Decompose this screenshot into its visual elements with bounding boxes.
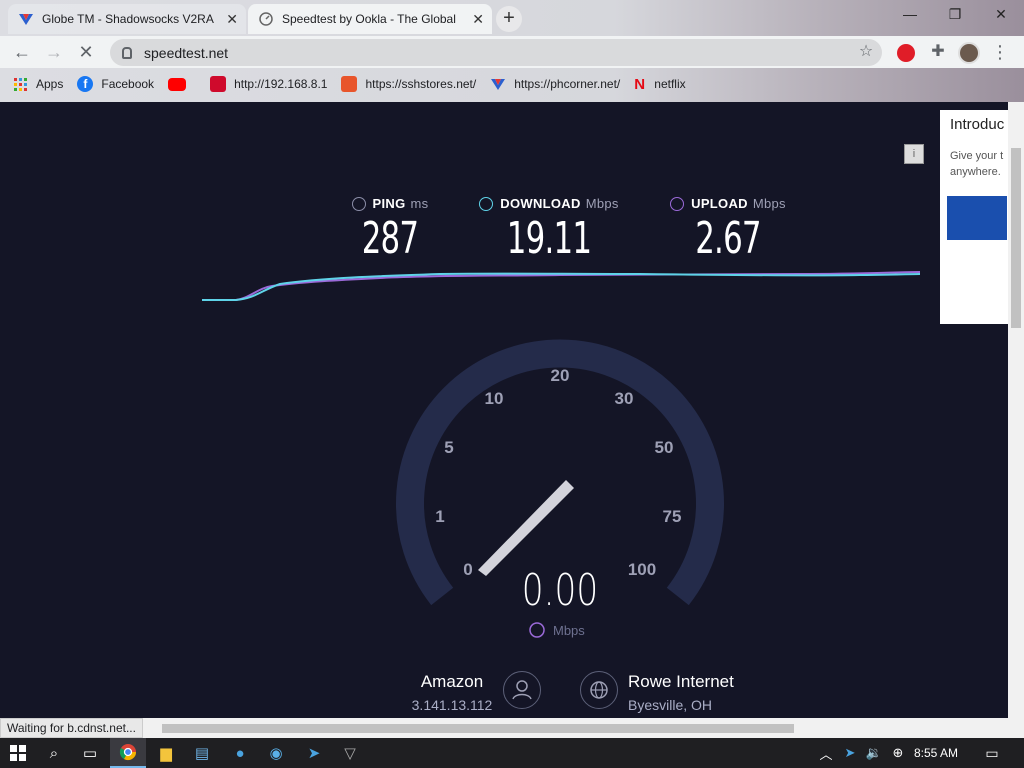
search-icon[interactable]: ⌕ (36, 738, 72, 768)
gauge-tick: 1 (435, 507, 444, 526)
gauge-reading: 0.00 (522, 565, 598, 616)
ad-desc-line: anywhere. (950, 166, 1001, 178)
notepad-icon[interactable]: ▤ (184, 738, 220, 768)
gauge-tick: 100 (628, 560, 656, 579)
profile-avatar[interactable] (958, 42, 980, 64)
vpn-logo-icon (18, 11, 34, 27)
gauge-needle (478, 480, 574, 576)
menu-kebab-icon[interactable]: ⋮ (988, 41, 1012, 65)
language-globe-icon[interactable]: ⊕ (880, 738, 916, 768)
isp-name: Rowe Internet (628, 672, 734, 691)
close-tab-icon[interactable]: ✕ (472, 11, 484, 28)
tab-title: Speedtest by Ookla - The Global (282, 12, 456, 26)
host-ip: 3.141.13.112 (411, 697, 493, 713)
telegram-icon[interactable]: ➤ (296, 738, 332, 768)
status-bar-area: Waiting for b.cdnst.net... (0, 718, 1024, 738)
forward-icon[interactable]: → (42, 41, 66, 65)
apps-grid-icon (14, 77, 27, 91)
huawei-icon (210, 76, 227, 92)
bookmark-star-icon[interactable]: ☆ (854, 41, 878, 65)
new-tab-button[interactable]: + (496, 6, 522, 32)
gauge-track (396, 339, 724, 606)
youtube-icon (168, 77, 187, 91)
chrome-taskbar-icon[interactable] (110, 738, 146, 768)
globe-icon[interactable] (580, 671, 618, 709)
bookmark-facebook[interactable]: f Facebook (77, 76, 154, 92)
ad-desc-line: Give your t (950, 150, 1004, 162)
horizontal-scrollbar-thumb[interactable] (162, 724, 794, 733)
gauge-unit-arrow-icon (529, 622, 545, 638)
gauge-tick: 0 (463, 560, 472, 579)
browser-chrome: Globe TM - Shadowsocks V2RA ✕ Speedtest … (0, 0, 1024, 102)
vpn-taskbar-icon[interactable]: ▽ (332, 738, 368, 768)
url-text: speedtest.net (144, 44, 229, 61)
gauge-tick: 75 (663, 507, 682, 526)
task-view-icon[interactable]: ▭ (72, 738, 108, 768)
tab-title: Globe TM - Shadowsocks V2RA (42, 12, 214, 26)
phcorner-icon (490, 76, 506, 92)
bookmark-label: Apps (36, 77, 64, 91)
speedtest-page: PING ms 287 DOWNLOAD Mbps 19.11 UPLOAD Mbps… (0, 102, 1008, 720)
ad-image[interactable] (947, 196, 1007, 240)
bookmark-label: https://sshstores.net/ (365, 77, 477, 91)
windows-taskbar: ⌕ ▭ ▆ ▤ ● ◉ ➤ ▽ ︿ ➤ 🔉 ⊕ 8:55 AM ▭ (0, 738, 1024, 768)
address-bar[interactable]: speedtest.net (110, 39, 882, 66)
stop-loading-icon[interactable]: ✕ (74, 41, 98, 65)
host-info[interactable]: Amazon 3.141.13.112 (410, 672, 494, 713)
vertical-scrollbar[interactable] (1008, 102, 1024, 720)
isp-info[interactable]: Rowe Internet Byesville, OH (628, 672, 788, 713)
gauge-tick: 10 (485, 389, 504, 408)
bookmarks-bar: Apps f Facebook http://192.168.8.1 https… (0, 68, 1024, 100)
sshstores-icon (341, 76, 358, 92)
minimize-icon[interactable]: — (895, 6, 925, 26)
bookmark-sshstores[interactable]: https://sshstores.net/ (341, 76, 476, 92)
bookmark-label: https://phcorner.net/ (514, 77, 621, 91)
close-tab-icon[interactable]: ✕ (226, 11, 238, 28)
clock-time[interactable]: 8:55 AM (914, 738, 958, 768)
windows-start-icon[interactable] (0, 738, 36, 768)
scrollbar-thumb[interactable] (1011, 148, 1021, 328)
loading-status: Waiting for b.cdnst.net... (0, 718, 143, 738)
speedtest-icon (258, 11, 274, 27)
action-center-icon[interactable]: ▭ (974, 738, 1010, 768)
close-window-icon[interactable]: ✕ (986, 6, 1016, 26)
bookmark-label: netflix (654, 77, 686, 91)
app-globe-icon[interactable]: ● (222, 738, 258, 768)
gauge-tick: 5 (444, 438, 453, 457)
navigation-bar: ← → ✕ speedtest.net ☆ ✚ ⋮ (0, 36, 1024, 68)
lock-icon (122, 46, 132, 59)
bookmark-netflix[interactable]: N netflix (634, 76, 686, 93)
ad-info-icon[interactable]: i (904, 144, 924, 164)
speed-graph-and-gauge: 0 1 5 10 20 30 50 75 100 0.00 Mbps (202, 271, 921, 638)
tab-globe-tm[interactable]: Globe TM - Shadowsocks V2RA ✕ (8, 4, 246, 34)
gauge-tick: 50 (655, 438, 674, 457)
bookmark-youtube[interactable] (168, 77, 196, 91)
netflix-icon: N (634, 76, 646, 93)
user-icon[interactable] (503, 671, 541, 709)
gauge-tick: 20 (551, 366, 570, 385)
download-speed-line (202, 272, 921, 301)
ad-banner[interactable]: Introduc Give your t anywhere. (940, 110, 1008, 324)
bookmark-apps[interactable]: Apps (14, 77, 63, 91)
tab-speedtest[interactable]: Speedtest by Ookla - The Global ✕ (248, 4, 492, 34)
bookmark-phcorner[interactable]: https://phcorner.net/ (490, 76, 620, 92)
opera-extension-icon[interactable] (897, 44, 915, 62)
bookmark-router[interactable]: http://192.168.8.1 (210, 76, 327, 92)
ad-title: Introduc (950, 116, 1005, 133)
ad-description: Give your t anywhere. (950, 148, 1003, 180)
gauge-tick: 30 (615, 389, 634, 408)
restore-icon[interactable]: ❐ (940, 6, 970, 26)
extensions-puzzle-icon[interactable]: ✚ (926, 41, 950, 65)
bookmark-label: Facebook (101, 77, 155, 91)
bookmark-label: http://192.168.8.1 (234, 77, 328, 91)
file-explorer-icon[interactable]: ▆ (148, 738, 184, 768)
app-circle-icon[interactable]: ◉ (258, 738, 294, 768)
gauge-unit: Mbps (553, 623, 585, 638)
isp-location: Byesville, OH (628, 697, 713, 713)
facebook-icon: f (77, 76, 94, 92)
host-name: Amazon (420, 672, 484, 691)
back-icon[interactable]: ← (10, 41, 34, 65)
